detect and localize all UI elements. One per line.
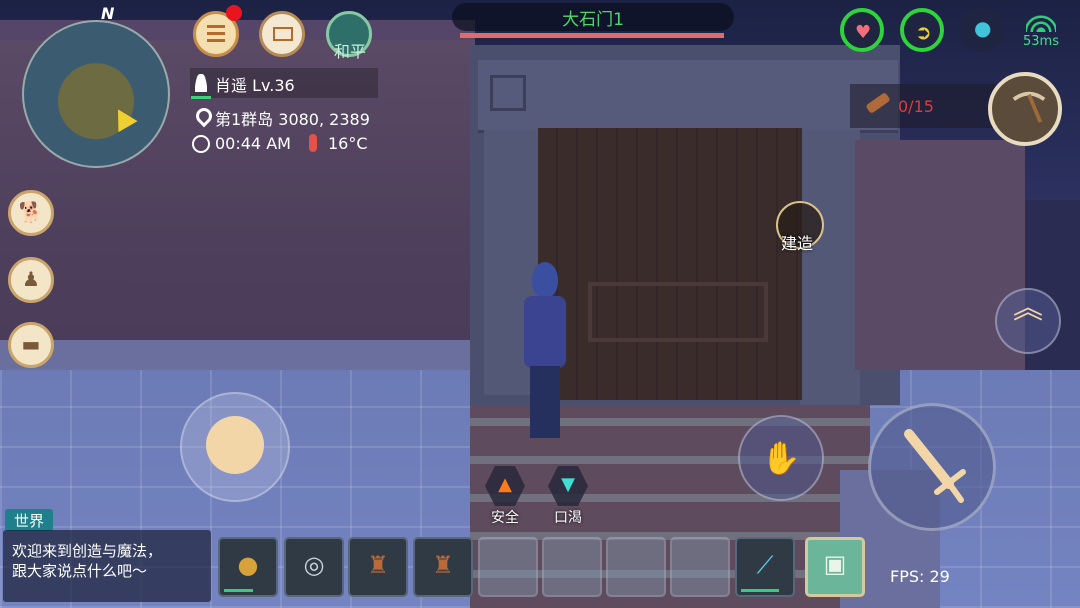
network-signal-icon	[1026, 12, 1056, 32]
game-time: 00:44 AM	[215, 134, 291, 153]
gate-lintel	[478, 60, 898, 133]
bag-icon: ▣	[823, 550, 847, 578]
mail-button[interactable]	[259, 11, 305, 57]
durability-bar	[741, 589, 780, 592]
tool-button[interactable]	[988, 72, 1062, 146]
character-legs	[530, 366, 560, 438]
hotbar-slot-5[interactable]	[478, 537, 538, 597]
gate-pillar-right	[800, 130, 860, 410]
health-gauge: ♥	[840, 8, 884, 52]
target-name: 大石门1	[562, 10, 624, 30]
thirst-status-label: 口渴	[554, 510, 582, 526]
pet-button[interactable]: 🐕	[8, 190, 54, 236]
bag-button[interactable]: ▣	[805, 537, 865, 597]
pickaxe-icon	[1012, 91, 1046, 123]
stone-gate-door[interactable]	[538, 128, 802, 400]
magic-staff-icon: ⟋	[756, 551, 774, 579]
hunger-gauge: ➲	[900, 8, 944, 52]
chat-channel-label: 世界	[13, 512, 44, 530]
emote-button[interactable]: ♟	[8, 257, 54, 303]
thermometer-icon	[309, 134, 317, 152]
jump-button[interactable]: ︽	[995, 288, 1061, 354]
attack-button[interactable]	[868, 403, 996, 531]
compass-north-label: N	[101, 4, 115, 23]
hotbar-slot-6[interactable]	[542, 537, 602, 597]
sword-icon	[904, 429, 966, 503]
double-chevron-up-icon: ︽	[1013, 291, 1043, 326]
mail-icon	[273, 27, 293, 41]
joystick-knob[interactable]	[206, 416, 264, 474]
hotbar-slot-9[interactable]: ⟋	[735, 537, 795, 597]
heart-icon: ♥	[855, 22, 872, 43]
water-drop-icon: ●	[974, 16, 992, 40]
chair-icon: ♜	[367, 551, 389, 579]
minimap[interactable]	[22, 20, 170, 168]
menu-list-icon	[207, 25, 225, 43]
fps-counter: FPS: 29	[890, 567, 950, 586]
ping-readout: 53ms	[1023, 34, 1059, 49]
gourd-icon: ●	[237, 551, 259, 579]
hotbar-slot-8[interactable]	[670, 537, 730, 597]
target-health-bar	[460, 33, 724, 38]
chat-button[interactable]: ▬	[8, 322, 54, 368]
hotbar-slot-4[interactable]: ♜	[413, 537, 473, 597]
person-icon	[195, 74, 207, 92]
player-character	[522, 262, 570, 442]
build-label: 建造	[781, 234, 814, 253]
hotbar-slot-7[interactable]	[606, 537, 666, 597]
quest-count: 0/15	[898, 97, 934, 116]
peace-mode-label: 和平	[333, 42, 366, 61]
hotbar-slot-1[interactable]: ●	[218, 537, 278, 597]
player-arrow-icon	[108, 103, 138, 133]
chat-message: 跟大家说点什么吧～	[12, 562, 148, 580]
player-name-level: 肖遥 Lv.36	[215, 76, 295, 95]
chat-bubble-icon: ▬	[21, 332, 41, 356]
chair-icon: ♜	[432, 551, 454, 579]
emote-icon: ♟	[22, 267, 40, 291]
lintel-ornament	[490, 75, 526, 111]
player-location: 第1群岛 3080, 2389	[215, 110, 370, 129]
durability-bar	[224, 589, 253, 592]
disc-icon: ◎	[303, 551, 325, 579]
character-head	[532, 262, 558, 298]
character-body	[524, 296, 566, 368]
notification-dot	[226, 5, 242, 21]
campfire-icon: ▲	[498, 474, 512, 495]
safe-status-label: 安全	[491, 510, 519, 526]
thirst-icon: ▼	[561, 474, 575, 495]
thirst-gauge: ●	[960, 8, 1004, 52]
interact-button[interactable]: ✋	[738, 415, 824, 501]
chat-message: 欢迎来到创造与魔法，	[12, 542, 163, 560]
door-ornament	[588, 282, 768, 342]
temperature: 16°C	[328, 134, 368, 153]
clock-icon	[192, 135, 210, 153]
food-icon: ➲	[915, 20, 932, 44]
hand-icon: ✋	[761, 439, 801, 477]
experience-bar	[191, 96, 211, 99]
hotbar-slot-3[interactable]: ♜	[348, 537, 408, 597]
pet-icon: 🐕	[18, 200, 44, 224]
hotbar-slot-2[interactable]: ◎	[284, 537, 344, 597]
